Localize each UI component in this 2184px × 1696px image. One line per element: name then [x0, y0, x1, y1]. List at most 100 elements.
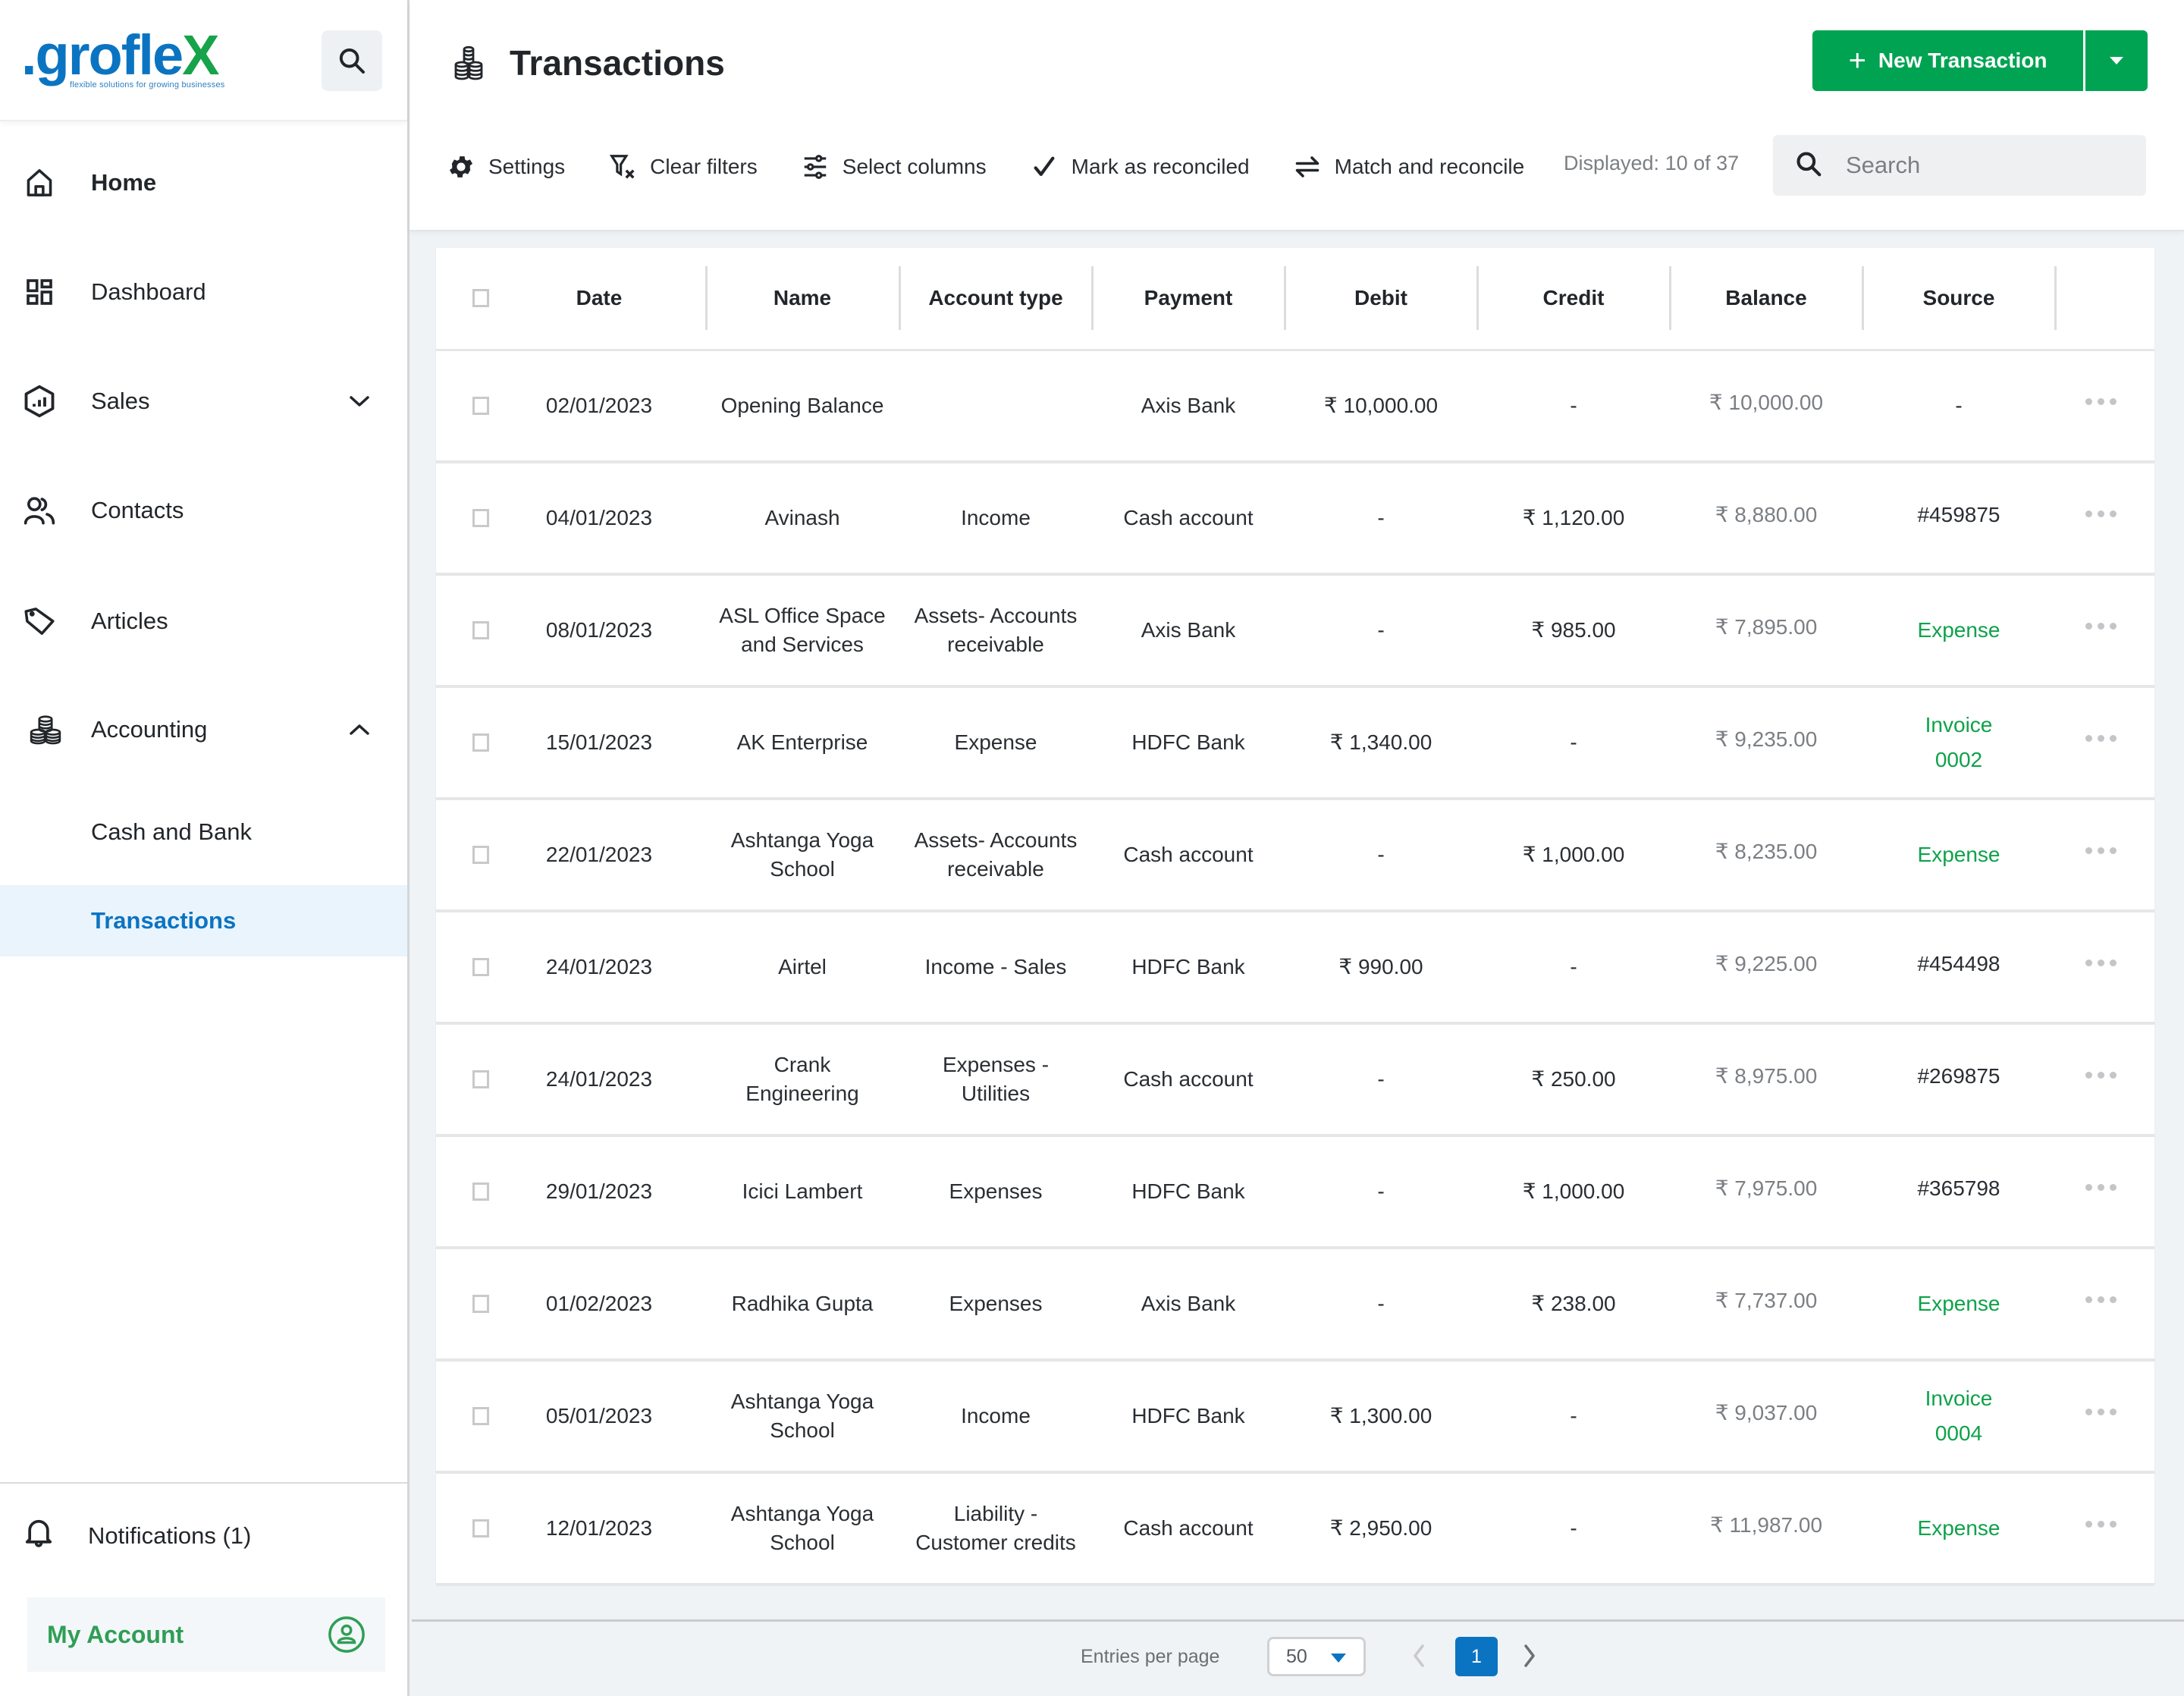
- chevron-down-icon[interactable]: [344, 386, 375, 416]
- more-horizontal-icon: [2085, 959, 2117, 966]
- column-header-account-type[interactable]: Account type: [901, 266, 1090, 330]
- row-actions-button[interactable]: [2059, 1469, 2142, 1578]
- caret-down-icon: [2110, 57, 2123, 64]
- logo[interactable]: .grofleX flexible solutions for growing …: [21, 27, 224, 90]
- column-separator[interactable]: [2054, 266, 2057, 330]
- column-header-name[interactable]: Name: [708, 266, 897, 330]
- row-actions-button[interactable]: [2059, 1245, 2142, 1354]
- row-checkbox[interactable]: [472, 1070, 489, 1088]
- table-row[interactable]: 15/01/2023 AK Enterprise Expense HDFC Bank ₹…: [436, 688, 2154, 800]
- mark-reconciled-button[interactable]: Mark as reconciled: [1029, 152, 1250, 182]
- cell-credit: ₹ 1,000.00: [1522, 843, 1625, 866]
- row-checkbox[interactable]: [472, 958, 489, 976]
- caret-down-icon: [1331, 1654, 1346, 1663]
- row-checkbox[interactable]: [472, 509, 489, 527]
- row-actions-button[interactable]: [2059, 459, 2142, 568]
- row-checkbox[interactable]: [472, 1295, 489, 1313]
- sidebar-subitem-transactions[interactable]: Transactions: [0, 885, 407, 956]
- cell-source[interactable]: Expense: [1864, 576, 2054, 685]
- cell-source[interactable]: Invoice 0002: [1864, 688, 2054, 797]
- column-header-payment[interactable]: Payment: [1094, 266, 1283, 330]
- sidebar-item-contacts[interactable]: Contacts: [0, 476, 407, 545]
- cell-date: 24/01/2023: [545, 1067, 653, 1091]
- table-row[interactable]: 01/02/2023 Radhika Gupta Expenses Axis Bank…: [436, 1249, 2154, 1362]
- cell-source-line: Invoice: [1925, 1387, 1993, 1410]
- table-row[interactable]: 02/01/2023 Opening Balance Axis Bank ₹ 10,0…: [436, 351, 2154, 463]
- row-actions-button[interactable]: [2059, 908, 2142, 1017]
- row-checkbox[interactable]: [472, 733, 489, 752]
- cell-debit: -: [1377, 1179, 1385, 1203]
- sidebar-item-home[interactable]: Home: [0, 149, 407, 217]
- row-actions-button[interactable]: [2059, 1357, 2142, 1466]
- row-checkbox[interactable]: [472, 1519, 489, 1537]
- row-checkbox[interactable]: [472, 846, 489, 864]
- column-header-balance[interactable]: Balance: [1671, 266, 1861, 330]
- new-transaction-button[interactable]: + New Transaction: [1812, 30, 2085, 91]
- cell-debit: ₹ 10,000.00: [1323, 394, 1439, 417]
- new-transaction-dropdown-button[interactable]: [2085, 30, 2148, 91]
- row-checkbox[interactable]: [472, 397, 489, 415]
- table-row[interactable]: 08/01/2023 ASL Office Space and Services As…: [436, 576, 2154, 688]
- cell-source[interactable]: #269875: [1864, 1022, 2054, 1131]
- cell-source[interactable]: Expense: [1864, 1474, 2054, 1583]
- cell-source[interactable]: #365798: [1864, 1134, 2054, 1243]
- cell-source[interactable]: #454498: [1864, 909, 2054, 1019]
- contacts-icon: [21, 492, 58, 529]
- sidebar-item-articles[interactable]: Articles: [0, 587, 407, 655]
- row-actions-button[interactable]: [2059, 347, 2142, 456]
- cell-source-line: Expense: [1917, 1292, 2000, 1315]
- cell-source[interactable]: Expense: [1864, 800, 2054, 909]
- table-row[interactable]: 12/01/2023 Ashtanga Yoga School Liability -…: [436, 1474, 2154, 1586]
- next-page-button[interactable]: [1522, 1643, 1537, 1672]
- table-row[interactable]: 04/01/2023 Avinash Income Cash account - ₹ 1,…: [436, 463, 2154, 576]
- row-checkbox[interactable]: [472, 621, 489, 639]
- page-button-current[interactable]: 1: [1455, 1637, 1498, 1676]
- sidebar-subitem-cash-and-bank[interactable]: Cash and Bank: [0, 796, 407, 868]
- cell-account-type-line: Utilities: [961, 1082, 1031, 1105]
- select-columns-button[interactable]: Select columns: [800, 152, 987, 182]
- column-header-date[interactable]: Date: [519, 266, 679, 330]
- cell-source-line: 0002: [1935, 748, 1983, 771]
- column-header-credit[interactable]: Credit: [1479, 266, 1668, 330]
- cell-source[interactable]: #459875: [1864, 460, 2054, 570]
- column-header-source[interactable]: Source: [1864, 266, 2054, 330]
- row-checkbox[interactable]: [472, 1407, 489, 1425]
- select-all-checkbox[interactable]: [472, 289, 489, 307]
- row-actions-button[interactable]: [2059, 571, 2142, 680]
- row-actions-button[interactable]: [2059, 1132, 2142, 1242]
- row-actions-button[interactable]: [2059, 796, 2142, 905]
- column-header-debit[interactable]: Debit: [1286, 266, 1476, 330]
- row-checkbox-cell: [469, 463, 492, 573]
- clear-filters-button[interactable]: Clear filters: [607, 152, 758, 182]
- page-header: Transactions + New Transaction Settings …: [410, 0, 2184, 231]
- chevron-up-icon[interactable]: [344, 715, 375, 745]
- cell-account-type: Expenses: [901, 1137, 1090, 1246]
- cell-source[interactable]: Expense: [1864, 1249, 2054, 1358]
- my-account-button[interactable]: My Account: [27, 1597, 385, 1672]
- sidebar-item-sales[interactable]: Sales: [0, 367, 407, 435]
- cell-source[interactable]: Invoice 0004: [1864, 1362, 2054, 1471]
- table-row[interactable]: 24/01/2023 Airtel Income - Sales HDFC Bank ₹…: [436, 912, 2154, 1025]
- table-row[interactable]: 29/01/2023 Icici Lambert Expenses HDFC Bank…: [436, 1137, 2154, 1249]
- table-row[interactable]: 24/01/2023 Crank Engineering Expenses - Util…: [436, 1025, 2154, 1137]
- table-row[interactable]: 22/01/2023 Ashtanga Yoga School Assets- Acc…: [436, 800, 2154, 912]
- previous-page-button[interactable]: [1411, 1643, 1426, 1672]
- row-checkbox-cell: [469, 1025, 492, 1134]
- sidebar-item-notifications[interactable]: Notifications (1): [0, 1502, 407, 1570]
- search-input[interactable]: [1846, 152, 2119, 179]
- entries-per-page-select[interactable]: 50: [1267, 1637, 1366, 1676]
- sidebar-item-accounting[interactable]: Accounting: [0, 696, 407, 764]
- cell-name-line: School: [770, 1531, 835, 1554]
- cell-account-type-line: Expenses: [949, 1179, 1043, 1203]
- sidebar-search-button[interactable]: [322, 30, 382, 91]
- row-actions-button[interactable]: [2059, 1020, 2142, 1129]
- match-reconcile-button[interactable]: Match and reconcile: [1292, 152, 1524, 182]
- row-checkbox[interactable]: [472, 1182, 489, 1201]
- cell-debit: -: [1377, 618, 1385, 642]
- settings-button[interactable]: Settings: [446, 152, 565, 182]
- cell-balance: ₹ 10,000.00: [1709, 391, 1824, 414]
- row-actions-button[interactable]: [2059, 683, 2142, 793]
- sidebar-item-dashboard[interactable]: Dashboard: [0, 258, 407, 326]
- cell-balance: ₹ 11,987.00: [1709, 1513, 1823, 1537]
- table-row[interactable]: 05/01/2023 Ashtanga Yoga School Income HDFC …: [436, 1362, 2154, 1474]
